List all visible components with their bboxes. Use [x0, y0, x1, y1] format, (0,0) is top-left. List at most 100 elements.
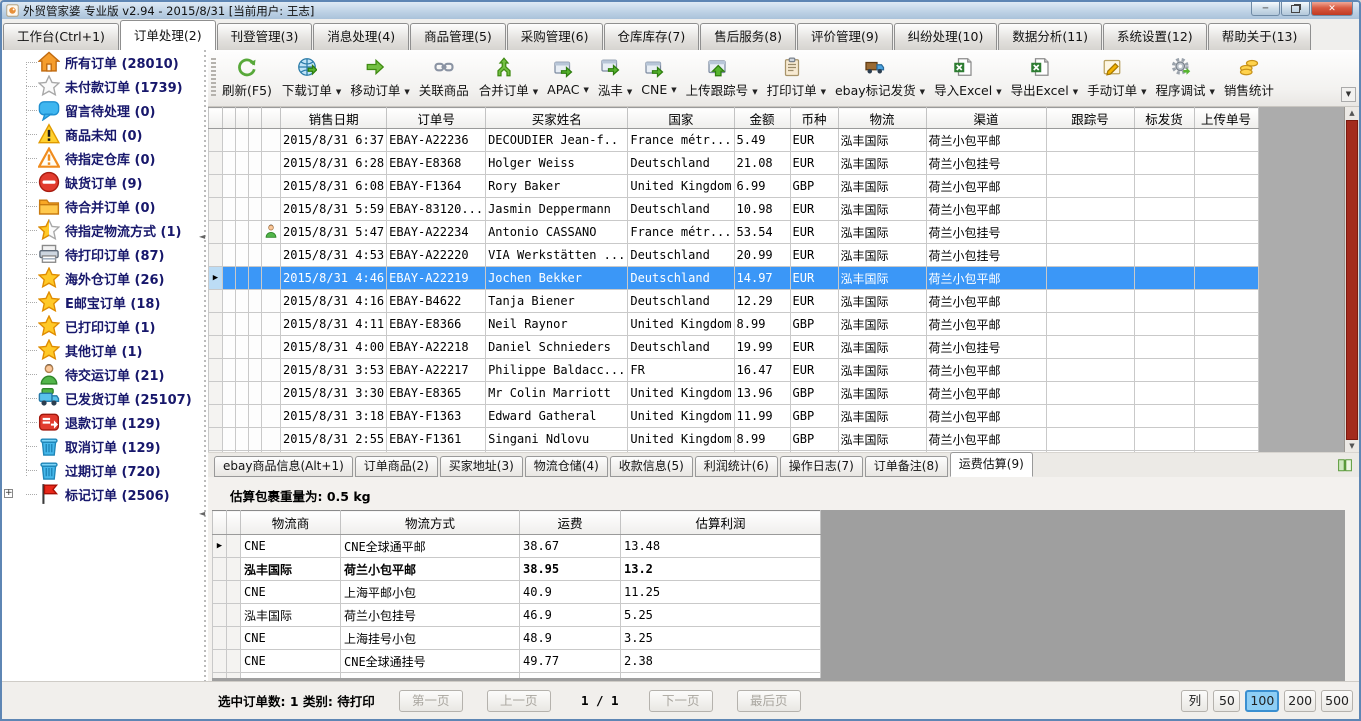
- column-header[interactable]: 跟踪号: [1046, 108, 1134, 129]
- column-header[interactable]: 标发货: [1134, 108, 1194, 129]
- sidebar-item-14[interactable]: 待交运订单 (21): [2, 362, 208, 386]
- detail-tab-5[interactable]: 收款信息(5): [610, 456, 693, 477]
- sidebar-item-4[interactable]: 商品未知 (0): [2, 122, 208, 146]
- order-row[interactable]: 2015/8/31 6:28EBAY-E8368Holger WeissDeut…: [209, 152, 1259, 175]
- page-size-button-500[interactable]: 500: [1321, 690, 1353, 712]
- order-row[interactable]: ▶2015/8/31 4:46EBAY-A22219Jochen BekkerD…: [209, 267, 1259, 290]
- order-row[interactable]: 2015/8/31 4:11EBAY-E8366Neil RaynorUnite…: [209, 313, 1259, 336]
- toolbar-button-13[interactable]: 导出Excel▼: [1009, 54, 1080, 102]
- detail-tab-4[interactable]: 物流仓储(4): [525, 456, 608, 477]
- dropdown-arrow-icon[interactable]: ▼: [1073, 88, 1078, 96]
- column-header[interactable]: 物流方式: [341, 511, 520, 535]
- vertical-scrollbar[interactable]: ▲ ▼: [1344, 107, 1359, 453]
- order-row[interactable]: 2015/8/31 6:08EBAY-F1364Rory BakerUnited…: [209, 175, 1259, 198]
- next-page-button[interactable]: 下一页: [649, 690, 713, 712]
- toolbar-button-10[interactable]: 打印订单▼: [765, 54, 827, 102]
- menu-tab-4[interactable]: 消息处理(4): [313, 23, 409, 50]
- menu-tab-2[interactable]: 订单处理(2): [120, 20, 216, 50]
- detail-tab-7[interactable]: 操作日志(7): [780, 456, 863, 477]
- order-row[interactable]: 2015/8/31 4:00EBAY-A22218Daniel Schniede…: [209, 336, 1259, 359]
- sidebar-item-3[interactable]: 留言待处理 (0): [2, 98, 208, 122]
- detail-tab-8[interactable]: 订单备注(8): [865, 456, 948, 477]
- detail-tab-9[interactable]: 运费估算(9): [950, 452, 1033, 477]
- freight-row[interactable]: CNECNE全球通挂号49.772.38: [213, 650, 821, 673]
- order-row[interactable]: 2015/8/31 5:59EBAY-83120...Jasmin Depper…: [209, 198, 1259, 221]
- toolbar-button-11[interactable]: ebay标记发货▼: [833, 54, 926, 102]
- column-header[interactable]: 渠道: [926, 108, 1046, 129]
- order-row[interactable]: 2015/8/31 3:53EBAY-A22217Philippe Baldac…: [209, 359, 1259, 382]
- close-button[interactable]: ✕: [1311, 2, 1353, 16]
- dropdown-arrow-icon[interactable]: ▼: [336, 88, 341, 96]
- dropdown-arrow-icon[interactable]: ▼: [996, 88, 1001, 96]
- sidebar-splitter[interactable]: [201, 50, 208, 682]
- sidebar-item-6[interactable]: 缺货订单 (9): [2, 170, 208, 194]
- tree-expander-icon[interactable]: +: [4, 489, 13, 498]
- minimize-button[interactable]: ─: [1251, 2, 1280, 16]
- column-header[interactable]: 运费: [520, 511, 621, 535]
- toolbar-button-14[interactable]: 手动订单▼: [1085, 54, 1147, 102]
- toolbar-grip[interactable]: [211, 58, 216, 98]
- sidebar-item-18[interactable]: 过期订单 (720): [2, 458, 208, 482]
- menu-tab-3[interactable]: 刊登管理(3): [217, 23, 313, 50]
- scrollbar-thumb[interactable]: [1346, 120, 1358, 440]
- detail-tab-6[interactable]: 利润统计(6): [695, 456, 778, 477]
- column-header[interactable]: 买家姓名: [486, 108, 628, 129]
- dropdown-arrow-icon[interactable]: ▼: [752, 88, 757, 96]
- menu-tab-1[interactable]: 工作台(Ctrl+1): [3, 23, 119, 50]
- toolbar-button-5[interactable]: 合并订单▼: [477, 54, 539, 102]
- column-header[interactable]: 订单号: [387, 108, 486, 129]
- title-bar[interactable]: 外贸管家婆 专业版 v2.94 - 2015/8/31 [当前用户: 王志] ─…: [2, 2, 1359, 19]
- dropdown-arrow-icon[interactable]: ▼: [1210, 88, 1215, 96]
- sidebar-item-8[interactable]: 待指定物流方式 (1): [2, 218, 208, 242]
- toolbar-button-16[interactable]: 销售统计: [1222, 54, 1276, 102]
- toolbar-button-7[interactable]: 泓丰▼: [596, 54, 633, 102]
- dropdown-arrow-icon[interactable]: ▼: [821, 88, 826, 96]
- order-row[interactable]: 2015/8/31 4:53EBAY-A22220VIA Werkstätten…: [209, 244, 1259, 267]
- dropdown-arrow-icon[interactable]: ▼: [671, 86, 676, 94]
- toolbar-button-8[interactable]: CNE▼: [639, 56, 677, 100]
- last-page-button[interactable]: 最后页: [737, 690, 801, 712]
- freight-row[interactable]: 泓丰国际荷兰小包挂号46.95.25: [213, 604, 821, 627]
- detail-tab-2[interactable]: 订单商品(2): [355, 456, 438, 477]
- restore-button[interactable]: [1281, 2, 1310, 16]
- order-row[interactable]: 2015/8/31 3:30EBAY-E8365Mr Colin Marriot…: [209, 382, 1259, 405]
- column-header[interactable]: 物流商: [241, 511, 341, 535]
- sidebar-item-16[interactable]: 退款订单 (129): [2, 410, 208, 434]
- column-header[interactable]: 国家: [628, 108, 734, 129]
- freight-row[interactable]: CNE上海挂号小包48.93.25: [213, 627, 821, 650]
- sidebar-item-5[interactable]: 待指定仓库 (0): [2, 146, 208, 170]
- freight-row[interactable]: ▶CNECNE全球通平邮38.6713.48: [213, 535, 821, 558]
- sidebar-item-17[interactable]: 取消订单 (129): [2, 434, 208, 458]
- column-header[interactable]: 上传单号: [1194, 108, 1258, 129]
- dropdown-arrow-icon[interactable]: ▼: [627, 88, 632, 96]
- sidebar-item-12[interactable]: 已打印订单 (1): [2, 314, 208, 338]
- menu-tab-9[interactable]: 评价管理(9): [797, 23, 893, 50]
- column-header[interactable]: 金额: [734, 108, 790, 129]
- detail-tab-3[interactable]: 买家地址(3): [440, 456, 523, 477]
- toolbar-button-1[interactable]: 刷新(F5): [220, 54, 274, 102]
- menu-tab-12[interactable]: 系统设置(12): [1103, 23, 1207, 50]
- sidebar-item-15[interactable]: 已发货订单 (25107): [2, 386, 208, 410]
- freight-row[interactable]: CNE上海平邮小包40.911.25: [213, 581, 821, 604]
- order-row[interactable]: 2015/8/31 6:37EBAY-A22236DECOUDIER Jean-…: [209, 129, 1259, 152]
- sidebar-item-7[interactable]: 待合并订单 (0): [2, 194, 208, 218]
- column-header[interactable]: 币种: [790, 108, 838, 129]
- order-row[interactable]: 2015/8/31 3:18EBAY-F1363Edward GatheralU…: [209, 405, 1259, 428]
- sidebar-item-2[interactable]: 未付款订单 (1739): [2, 74, 208, 98]
- order-row[interactable]: 2015/8/31 2:55EBAY-F1361Singani NdlovuUn…: [209, 428, 1259, 451]
- report-book-icon[interactable]: [1337, 457, 1353, 473]
- sidebar-item-19[interactable]: +标记订单 (2506): [2, 482, 208, 506]
- sidebar-item-11[interactable]: E邮宝订单 (18): [2, 290, 208, 314]
- menu-tab-6[interactable]: 采购管理(6): [507, 23, 603, 50]
- page-size-button-200[interactable]: 200: [1284, 690, 1316, 712]
- toolbar-button-9[interactable]: 上传跟踪号▼: [684, 54, 759, 102]
- dropdown-arrow-icon[interactable]: ▼: [920, 88, 925, 96]
- prev-page-button[interactable]: 上一页: [487, 690, 551, 712]
- freight-row[interactable]: [213, 673, 821, 679]
- toolbar-button-15[interactable]: 程序调试▼: [1154, 54, 1216, 102]
- page-size-button-100[interactable]: 100: [1245, 690, 1279, 712]
- column-header[interactable]: 估算利润: [621, 511, 821, 535]
- menu-tab-5[interactable]: 商品管理(5): [410, 23, 506, 50]
- dropdown-arrow-icon[interactable]: ▼: [1141, 88, 1146, 96]
- menu-tab-8[interactable]: 售后服务(8): [700, 23, 796, 50]
